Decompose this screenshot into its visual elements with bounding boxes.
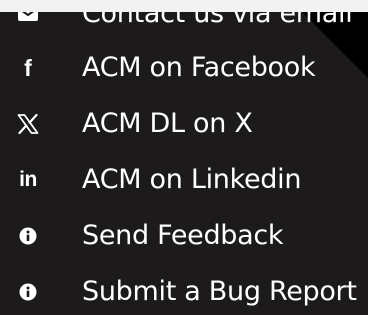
menu-item-facebook[interactable]: f ACM on Facebook [0,48,368,88]
menu-item-send-feedback[interactable]: Send Feedback [0,216,368,256]
menu-item-label: ACM DL on X [82,108,253,139]
top-overlay-strip [0,0,368,12]
menu-item-label: Send Feedback [82,220,284,251]
facebook-icon: f [24,54,32,81]
menu-item-x[interactable]: ACM DL on X [0,104,368,144]
x-icon [12,104,44,144]
linkedin-icon: in [19,168,37,191]
menu-item-label: Submit a Bug Report [82,276,357,307]
menu-item-label: ACM on Facebook [82,52,316,83]
menu-item-label: ACM on Linkedin [82,164,302,195]
info-icon [12,272,44,312]
menu-item-linkedin[interactable]: in ACM on Linkedin [0,160,368,200]
info-icon [12,216,44,256]
menu-item-bug-report[interactable]: Submit a Bug Report [0,272,368,312]
